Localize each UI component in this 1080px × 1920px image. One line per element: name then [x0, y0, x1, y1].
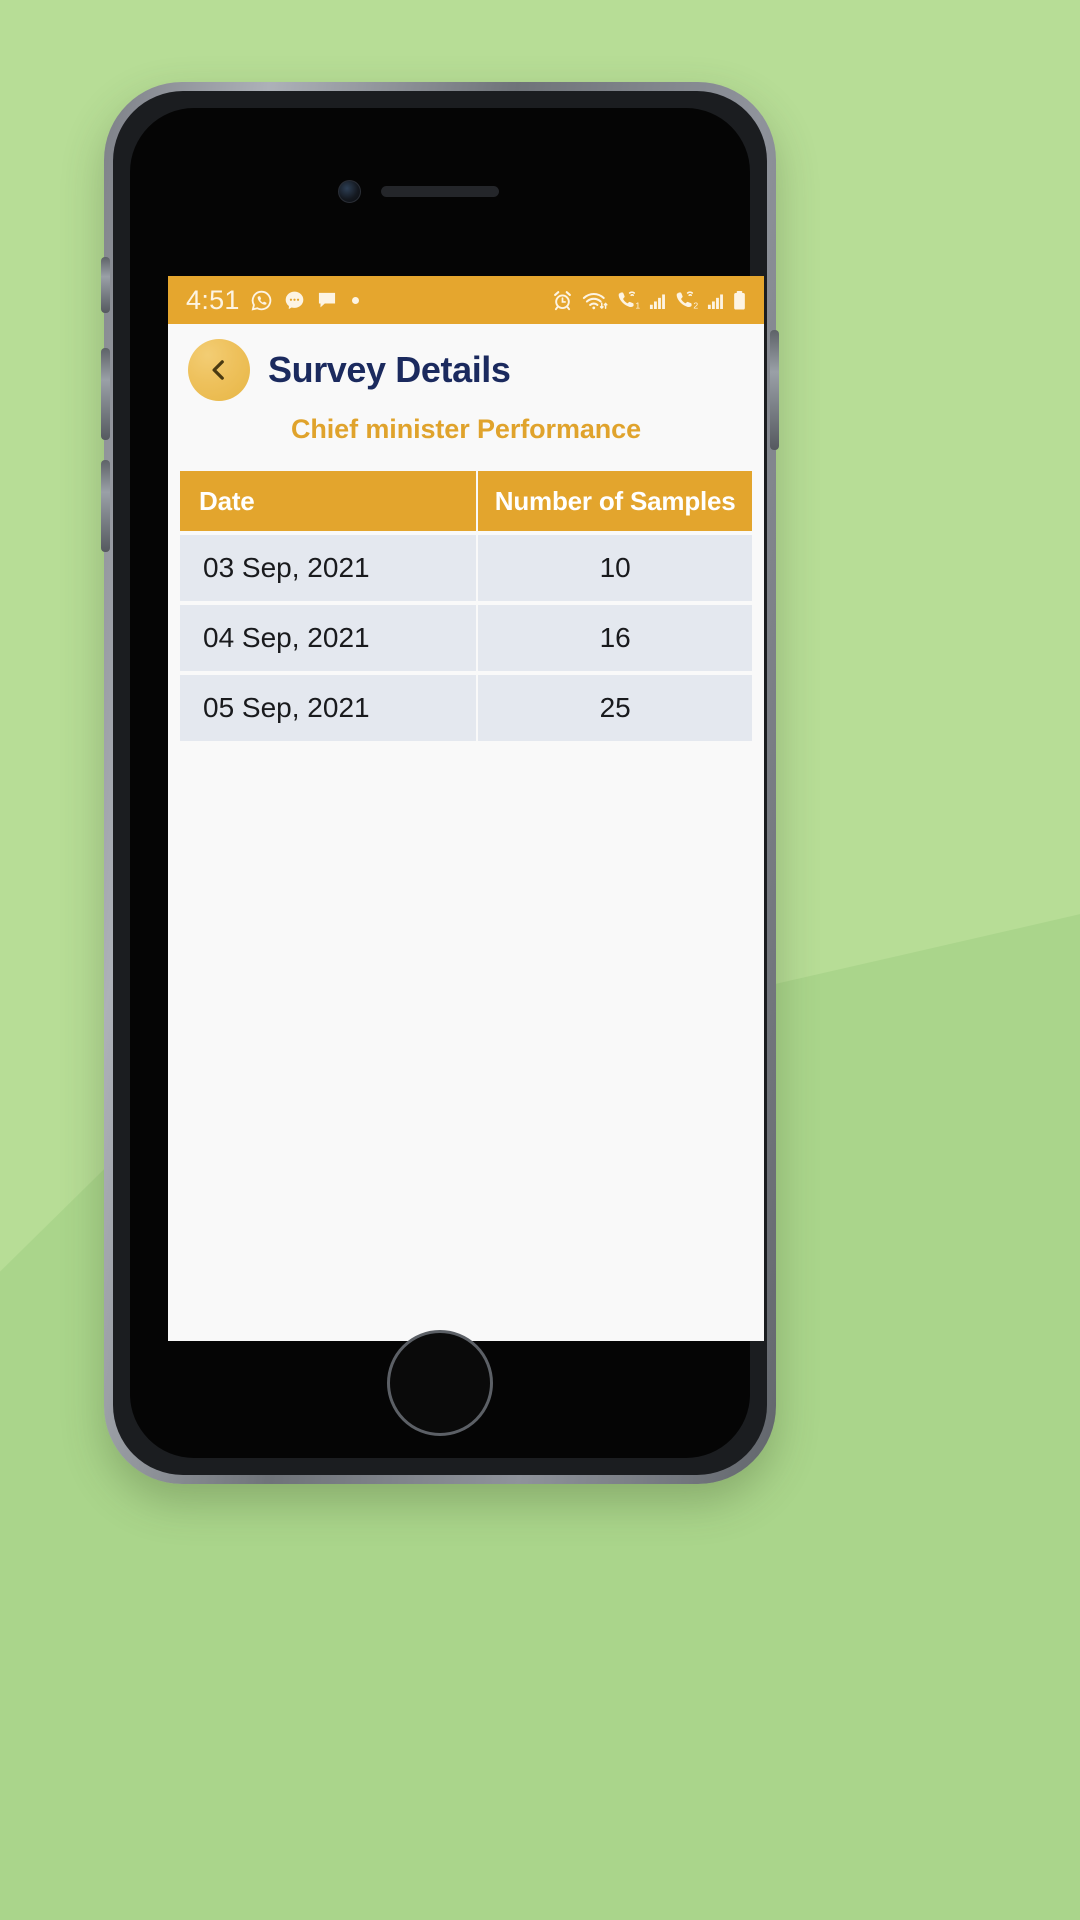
cell-samples: 25: [478, 675, 752, 741]
volume-up-button[interactable]: [101, 348, 110, 440]
svg-text:1: 1: [635, 300, 640, 310]
power-button[interactable]: [770, 330, 779, 450]
table-row[interactable]: 05 Sep, 2021 25: [180, 675, 752, 741]
messenger-icon: [283, 289, 306, 312]
survey-table-container: Date Number of Samples 03 Sep, 2021 10 0…: [168, 467, 764, 745]
table-row[interactable]: 04 Sep, 2021 16: [180, 605, 752, 671]
cell-samples: 16: [478, 605, 752, 671]
phone-screen: 4:51 1 2 Survey Details Chief minister P…: [168, 276, 764, 1341]
cell-date: 05 Sep, 2021: [180, 675, 477, 741]
sms-icon: [316, 289, 338, 311]
notification-dot-icon: [351, 296, 359, 304]
back-button[interactable]: [188, 339, 250, 401]
call-sim2-icon: 2: [674, 289, 699, 312]
call-sim1-icon: 1: [616, 289, 641, 312]
whatsapp-icon: [250, 289, 273, 312]
page-title: Survey Details: [268, 349, 511, 390]
wifi-icon: [582, 289, 608, 312]
status-bar: 4:51 1 2: [168, 276, 764, 324]
table-row[interactable]: 03 Sep, 2021 10: [180, 535, 752, 601]
table-body: 03 Sep, 2021 10 04 Sep, 2021 16 05 Sep, …: [180, 535, 752, 741]
cell-date: 04 Sep, 2021: [180, 605, 477, 671]
earpiece-speaker: [381, 186, 499, 197]
home-button[interactable]: [387, 1330, 493, 1436]
table-header-row: Date Number of Samples: [180, 471, 752, 531]
column-header-date: Date: [180, 471, 477, 531]
volume-down-button[interactable]: [101, 460, 110, 552]
alarm-icon: [551, 289, 574, 312]
wallpaper-backdrop: 4:51 1 2 Survey Details Chief minister P…: [0, 0, 1080, 1920]
app-bar: Survey Details: [168, 324, 764, 416]
front-camera-icon: [338, 180, 361, 203]
status-bar-right-group: 1 2: [551, 289, 747, 312]
status-clock: 4:51: [186, 284, 240, 315]
survey-table: Date Number of Samples 03 Sep, 2021 10 0…: [178, 467, 754, 745]
status-bar-left-group: 4:51: [186, 284, 359, 315]
cell-samples: 10: [478, 535, 752, 601]
survey-name-label: Chief minister Performance: [290, 414, 641, 444]
column-header-samples: Number of Samples: [478, 471, 752, 531]
signal-sim1-icon: [649, 289, 666, 312]
phone-bezel: 4:51 1 2 Survey Details Chief minister P…: [130, 108, 764, 1458]
phone-device-frame: 4:51 1 2 Survey Details Chief minister P…: [101, 82, 779, 1484]
cell-date: 03 Sep, 2021: [180, 535, 477, 601]
mute-switch[interactable]: [101, 257, 110, 313]
signal-sim2-icon: [707, 289, 724, 312]
table-header: Date Number of Samples: [180, 471, 752, 531]
svg-text:2: 2: [693, 300, 698, 310]
battery-icon: [732, 289, 747, 312]
phone-inner-ring: 4:51 1 2 Survey Details Chief minister P…: [113, 91, 767, 1475]
chevron-left-icon: [206, 357, 232, 383]
